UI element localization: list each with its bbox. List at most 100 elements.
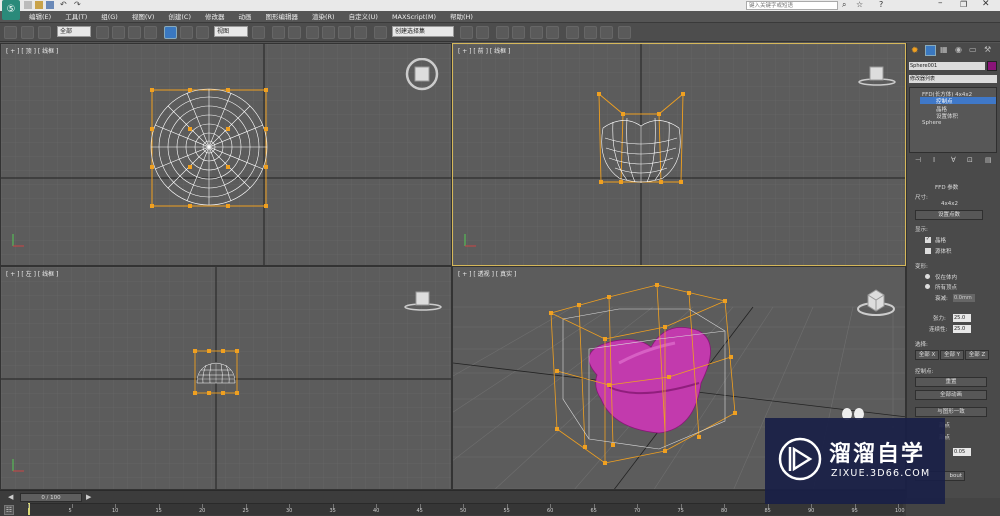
snaps-toggle-icon[interactable] [306, 26, 319, 39]
viewcube-perspective-icon[interactable] [855, 285, 897, 319]
unlink-icon[interactable] [21, 26, 34, 39]
set-points-button[interactable]: 设置点数 [915, 210, 983, 220]
star-icon[interactable]: ☆ [856, 0, 863, 9]
spinner-snap-icon[interactable] [354, 26, 367, 39]
stack-item-control-points[interactable] [920, 97, 996, 104]
animate-all-button[interactable]: 全部动画 [915, 390, 987, 400]
rollout-title[interactable]: FFD 参数 [935, 183, 958, 191]
select-manipulate-icon[interactable] [272, 26, 285, 39]
viewport-perspective-label[interactable]: [ + ] [ 透视 ] [ 真实 ] [458, 269, 516, 278]
help-icon[interactable]: ? [879, 0, 883, 9]
align-icon[interactable] [476, 26, 489, 39]
menu-views[interactable]: 视图(V) [125, 12, 162, 22]
display-tab-icon[interactable]: ▭ [969, 45, 977, 54]
source-volume-checkbox[interactable] [925, 248, 931, 254]
create-tab-icon[interactable]: ✹ [911, 46, 919, 56]
rotate-icon[interactable] [180, 26, 193, 39]
menu-animation[interactable]: 动画 [232, 12, 259, 22]
render-setup-icon[interactable] [584, 26, 597, 39]
search-icon[interactable]: ⌕ [842, 0, 846, 10]
offset-input[interactable]: 0.05 [953, 448, 971, 456]
save-file-icon[interactable] [46, 1, 54, 9]
render-production-icon[interactable] [618, 26, 631, 39]
app-logo-icon[interactable]: ⑤ [2, 0, 20, 20]
motion-tab-icon[interactable]: ◉ [955, 45, 962, 54]
graphite-tools-icon[interactable] [512, 26, 525, 39]
edit-named-selection-icon[interactable] [374, 26, 387, 39]
layer-manager-icon[interactable] [496, 26, 509, 39]
menu-create[interactable]: 创建(C) [161, 12, 198, 22]
redo-icon[interactable]: ↷ [74, 0, 81, 9]
search-input[interactable] [746, 1, 838, 10]
menu-help[interactable]: 帮助(H) [443, 12, 480, 22]
all-vertices-radio[interactable] [925, 284, 930, 289]
all-y-button[interactable]: 全部 Y [940, 350, 964, 360]
time-slider-left-arrow[interactable]: ◀ [8, 493, 13, 501]
menu-graph-editors[interactable]: 图形编辑器 [259, 12, 306, 22]
maximize-icon[interactable]: ❐ [960, 0, 967, 9]
stack-item-set-volume[interactable]: 设置体积 [936, 112, 958, 120]
object-color-swatch[interactable] [987, 61, 997, 71]
undo-icon[interactable]: ↶ [60, 0, 67, 9]
menu-rendering[interactable]: 渲染(R) [305, 12, 342, 22]
modifier-list-dropdown[interactable]: 修改器列表 [909, 75, 997, 83]
all-z-button[interactable]: 全部 Z [965, 350, 989, 360]
show-end-result-icon[interactable]: Ⅰ [933, 156, 935, 164]
percent-snap-icon[interactable] [338, 26, 351, 39]
viewport-front[interactable]: [ + ] [ 前 ] [ 线框 ] [452, 43, 906, 266]
conform-to-shape-button[interactable]: 与图形一致 [915, 407, 987, 417]
pin-stack-icon[interactable]: ⊣ [915, 156, 921, 164]
menu-maxscript[interactable]: MAXScript(M) [385, 12, 443, 22]
viewport-left[interactable]: [ + ] [ 左 ] [ 线框 ] [0, 266, 452, 490]
time-slider[interactable]: 0 / 100 [20, 493, 82, 502]
viewport-top[interactable]: [ + ] [ 顶 ] [ 线框 ] [0, 43, 452, 266]
reference-coordinate-dropdown[interactable]: 视图 [214, 26, 248, 37]
configure-sets-icon[interactable]: ▤ [985, 156, 992, 164]
falloff-input[interactable]: 0.0mm [953, 294, 975, 302]
move-icon[interactable] [164, 26, 177, 39]
select-object-icon[interactable] [96, 26, 109, 39]
pivot-center-icon[interactable] [252, 26, 265, 39]
viewcube-top-icon[interactable] [404, 58, 440, 92]
viewport-top-label[interactable]: [ + ] [ 顶 ] [ 线框 ] [6, 46, 58, 55]
time-slider-right-arrow[interactable]: ▶ [86, 493, 91, 501]
window-crossing-icon[interactable] [144, 26, 157, 39]
remove-modifier-icon[interactable]: ⊡ [967, 156, 973, 164]
open-file-icon[interactable] [35, 1, 43, 9]
modify-tab-icon[interactable] [925, 45, 936, 56]
close-icon[interactable]: ✕ [982, 0, 990, 9]
rectangular-selection-icon[interactable] [128, 26, 141, 39]
make-unique-icon[interactable]: ∀ [951, 156, 956, 164]
lattice-checkbox[interactable]: ✓ [925, 237, 931, 243]
angle-snap-icon[interactable] [322, 26, 335, 39]
stack-item-sphere[interactable]: Sphere [922, 120, 941, 126]
menu-tools[interactable]: 工具(T) [58, 12, 94, 22]
utilities-tab-icon[interactable]: ⚒ [984, 45, 991, 54]
tension-input[interactable]: 25.0 [953, 314, 971, 322]
selection-filter-dropdown[interactable]: 全部 [57, 26, 91, 37]
menu-customize[interactable]: 自定义(U) [342, 12, 385, 22]
viewport-front-label[interactable]: [ + ] [ 前 ] [ 线框 ] [458, 46, 510, 55]
mirror-icon[interactable] [460, 26, 473, 39]
viewcube-left-icon[interactable] [403, 289, 443, 313]
viewcube-front-icon[interactable] [857, 64, 897, 88]
all-x-button[interactable]: 全部 X [915, 350, 939, 360]
named-selection-dropdown[interactable]: 创建选择集 [392, 26, 454, 37]
new-file-icon[interactable] [24, 1, 32, 9]
object-name-field[interactable]: Sphere001 [909, 62, 985, 70]
menu-group[interactable]: 组(G) [94, 12, 125, 22]
schematic-view-icon[interactable] [546, 26, 559, 39]
viewport-left-label[interactable]: [ + ] [ 左 ] [ 线框 ] [6, 269, 58, 278]
menu-edit[interactable]: 编辑(E) [22, 12, 58, 22]
mini-listener-icon[interactable]: ☷ [4, 505, 14, 515]
scale-icon[interactable] [196, 26, 209, 39]
keyboard-shortcut-icon[interactable] [288, 26, 301, 39]
continuity-input[interactable]: 25.0 [953, 325, 971, 333]
reset-button[interactable]: 重置 [915, 377, 987, 387]
minimize-icon[interactable]: – [938, 0, 943, 8]
hierarchy-tab-icon[interactable]: ▦ [940, 45, 948, 54]
menu-modifiers[interactable]: 修改器 [198, 12, 232, 22]
select-by-name-icon[interactable] [112, 26, 125, 39]
bind-space-warp-icon[interactable] [38, 26, 51, 39]
material-editor-icon[interactable] [566, 26, 579, 39]
